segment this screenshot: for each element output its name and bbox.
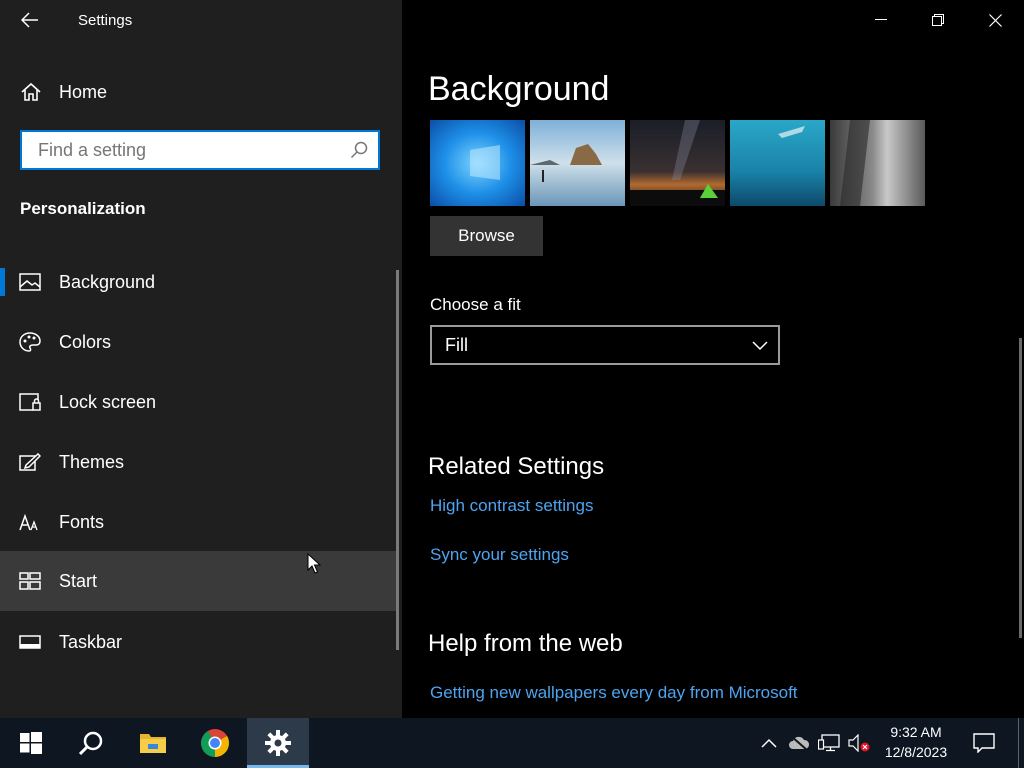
clock-date: 12/8/2023	[884, 744, 948, 760]
start-icon	[19, 572, 41, 590]
taskbar-icon	[19, 635, 41, 649]
search-icon[interactable]	[350, 141, 368, 159]
chevron-down-icon	[752, 341, 768, 351]
chevron-up-icon	[761, 738, 777, 748]
notifications-icon	[973, 733, 995, 753]
restore-icon	[932, 14, 944, 26]
sync-settings-link[interactable]: Sync your settings	[430, 545, 569, 565]
show-desktop-button[interactable]	[1018, 718, 1024, 768]
selection-indicator	[0, 268, 5, 296]
close-icon	[988, 13, 1002, 27]
search-icon	[78, 731, 103, 756]
themes-icon	[19, 453, 41, 471]
network-tray-button[interactable]	[815, 718, 843, 768]
taskbar-chrome[interactable]	[184, 718, 246, 768]
lock-screen-icon	[19, 393, 41, 411]
clock-time: 9:32 AM	[890, 724, 942, 740]
related-settings-heading: Related Settings	[428, 453, 605, 480]
sidebar-item-taskbar[interactable]: Taskbar	[0, 612, 396, 672]
sidebar-item-themes[interactable]: Themes	[0, 432, 396, 492]
page-title: Background	[428, 70, 610, 108]
network-icon	[818, 734, 840, 752]
content-scrollbar[interactable]	[1019, 338, 1022, 638]
taskbar: 9:32 AM 12/8/2023	[0, 718, 1024, 768]
clock[interactable]: 9:32 AM 12/8/2023	[876, 722, 956, 762]
window-title: Settings	[78, 12, 133, 29]
onedrive-tray-button[interactable]	[785, 718, 813, 768]
sidebar-item-label: Taskbar	[59, 632, 123, 652]
volume-tray-button[interactable]	[845, 718, 873, 768]
settings-sidebar: Settings Home Personalization Background…	[0, 0, 402, 718]
palette-icon	[19, 332, 41, 352]
settings-content: Background Browse Choose a fit Fill Rela…	[402, 0, 1024, 718]
browse-button[interactable]: Browse	[430, 216, 543, 256]
sidebar-home[interactable]: Home	[0, 72, 402, 112]
wallpaper-thumbnail-beach[interactable]	[530, 120, 625, 206]
minimize-button[interactable]	[852, 0, 910, 40]
high-contrast-link[interactable]: High contrast settings	[430, 496, 593, 516]
fit-dropdown[interactable]: Fill	[430, 325, 780, 365]
start-button[interactable]	[0, 718, 62, 768]
fit-dropdown-value: Fill	[445, 334, 468, 355]
picture-icon	[19, 273, 41, 291]
back-arrow-icon	[21, 12, 38, 28]
sidebar-item-background[interactable]: Background	[0, 252, 396, 312]
close-button[interactable]	[966, 0, 1024, 40]
show-hidden-icons-button[interactable]	[755, 718, 783, 768]
wallpaper-thumbnail-night-sky[interactable]	[630, 120, 725, 206]
taskbar-search-button[interactable]	[60, 718, 122, 768]
mouse-cursor-icon	[307, 553, 321, 574]
help-from-web-heading: Help from the web	[428, 630, 623, 657]
sidebar-item-label: Themes	[59, 452, 125, 472]
sidebar-item-label: Start	[59, 571, 98, 591]
sidebar-scrollbar[interactable]	[396, 270, 399, 650]
sidebar-item-label: Fonts	[59, 512, 105, 532]
sidebar-item-label: Background	[59, 272, 156, 292]
minimize-icon	[875, 19, 887, 20]
home-label: Home	[59, 82, 108, 102]
sidebar-item-lock-screen[interactable]: Lock screen	[0, 372, 396, 432]
choose-fit-label: Choose a fit	[430, 295, 521, 314]
action-center-button[interactable]	[966, 718, 1002, 768]
search-box[interactable]	[20, 130, 380, 170]
taskbar-settings[interactable]	[247, 718, 309, 768]
wallpaper-thumbnail-windows[interactable]	[430, 120, 525, 206]
settings-gear-icon	[265, 730, 291, 756]
restore-button[interactable]	[909, 0, 967, 40]
wallpapers-help-link[interactable]: Getting new wallpapers every day from Mi…	[430, 683, 798, 703]
sidebar-item-label: Lock screen	[59, 392, 157, 412]
chrome-icon	[201, 729, 229, 757]
file-explorer-icon	[140, 734, 166, 753]
onedrive-offline-icon	[789, 735, 810, 751]
sidebar-item-start[interactable]: Start	[0, 551, 396, 611]
volume-muted-icon	[848, 734, 870, 752]
search-input[interactable]	[36, 138, 350, 162]
sidebar-item-colors[interactable]: Colors	[0, 312, 396, 372]
wallpaper-thumbnail-cliff[interactable]	[830, 120, 925, 206]
windows-logo-icon	[20, 732, 42, 754]
back-button[interactable]	[14, 6, 46, 34]
wallpaper-thumbnail-underwater[interactable]	[730, 120, 825, 206]
sidebar-item-label: Colors	[59, 332, 112, 352]
sidebar-item-fonts[interactable]: Fonts	[0, 492, 396, 552]
section-title: Personalization	[20, 199, 146, 218]
fonts-icon	[19, 513, 38, 531]
home-icon	[21, 82, 41, 101]
taskbar-file-explorer[interactable]	[122, 718, 184, 768]
